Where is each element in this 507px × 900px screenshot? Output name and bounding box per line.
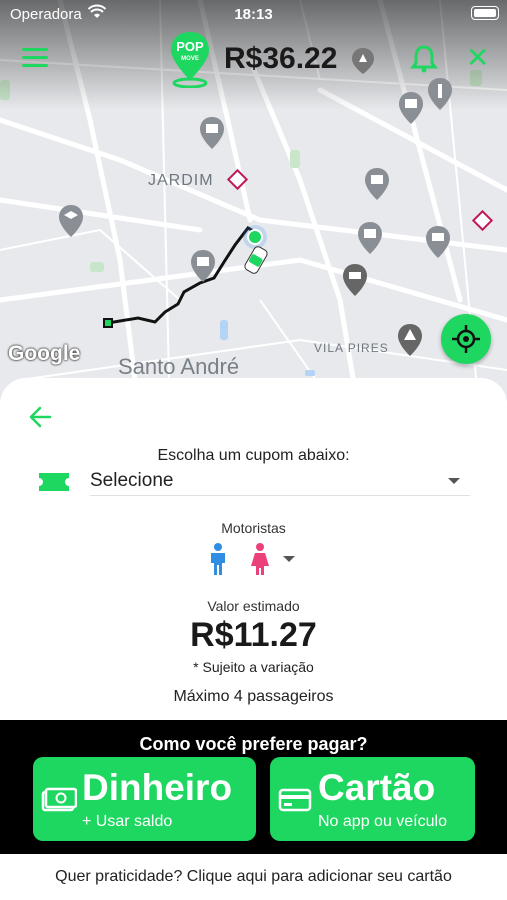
card-sub-label: No app ou veículo — [318, 813, 447, 830]
crosshair-icon — [452, 325, 480, 353]
dropdown-arrow-icon[interactable] — [283, 556, 295, 562]
school-pin-icon — [59, 205, 83, 237]
cart-pin-icon — [426, 226, 450, 258]
card-payment-button[interactable]: Cartão No app ou veículo — [270, 757, 475, 841]
cash-icon — [41, 787, 77, 812]
female-driver-icon[interactable] — [249, 542, 271, 576]
add-card-link[interactable]: Quer praticidade? Clique aqui para adici… — [0, 868, 507, 886]
map-label-santo-andre: Santo André — [118, 354, 240, 379]
back-arrow-icon[interactable] — [28, 404, 54, 435]
estimate-value: R$11.27 — [190, 616, 317, 654]
park-pin-icon — [398, 324, 422, 356]
male-driver-icon[interactable] — [207, 542, 229, 576]
hotel-pin-icon — [343, 264, 367, 296]
google-logo: Google — [8, 342, 81, 365]
payment-section: Como você prefere pagar? Dinheiro + Usar… — [0, 720, 507, 854]
shop-pin-icon — [191, 250, 215, 282]
locate-me-button[interactable] — [441, 314, 491, 364]
map-view[interactable]: Operadora 18:13 POP MOVE R$36.22 ✕ JARDI… — [0, 0, 507, 420]
shop-pin-icon — [200, 117, 224, 149]
coupon-dropdown[interactable]: Selecione — [90, 470, 470, 496]
driver-gender-selector[interactable] — [207, 542, 307, 576]
card-label: Cartão — [318, 767, 436, 808]
map-label-jardim: JARDIM — [148, 172, 214, 189]
cash-sub-label: + Usar saldo — [82, 813, 173, 830]
map-label-vila-pires: VILA PIRES — [314, 341, 389, 355]
coupon-title: Escolha um cupom abaixo: — [157, 447, 350, 464]
cash-label: Dinheiro — [82, 767, 233, 808]
cash-payment-button[interactable]: Dinheiro + Usar saldo — [33, 757, 256, 841]
max-passengers: Máximo 4 passageiros — [173, 688, 334, 705]
credit-card-icon — [278, 788, 312, 812]
estimate-label: Valor estimado — [207, 598, 300, 614]
shop-pin-icon — [399, 92, 423, 124]
restaurant-pin-icon — [428, 78, 452, 110]
ride-options-sheet: Escolha um cupom abaixo: Selecione Motor… — [0, 378, 507, 720]
ticket-icon — [37, 471, 71, 498]
payment-title: Como você prefere pagar? — [139, 734, 368, 754]
estimate-note: * Sujeito a variação — [193, 659, 314, 675]
coupon-dropdown-value: Selecione — [90, 470, 174, 491]
train-station-icon — [226, 168, 494, 232]
drivers-label: Motoristas — [221, 520, 286, 536]
shop-pin-icon — [365, 168, 389, 200]
shop-pin-icon — [358, 222, 382, 254]
dropdown-arrow-icon — [448, 478, 460, 484]
